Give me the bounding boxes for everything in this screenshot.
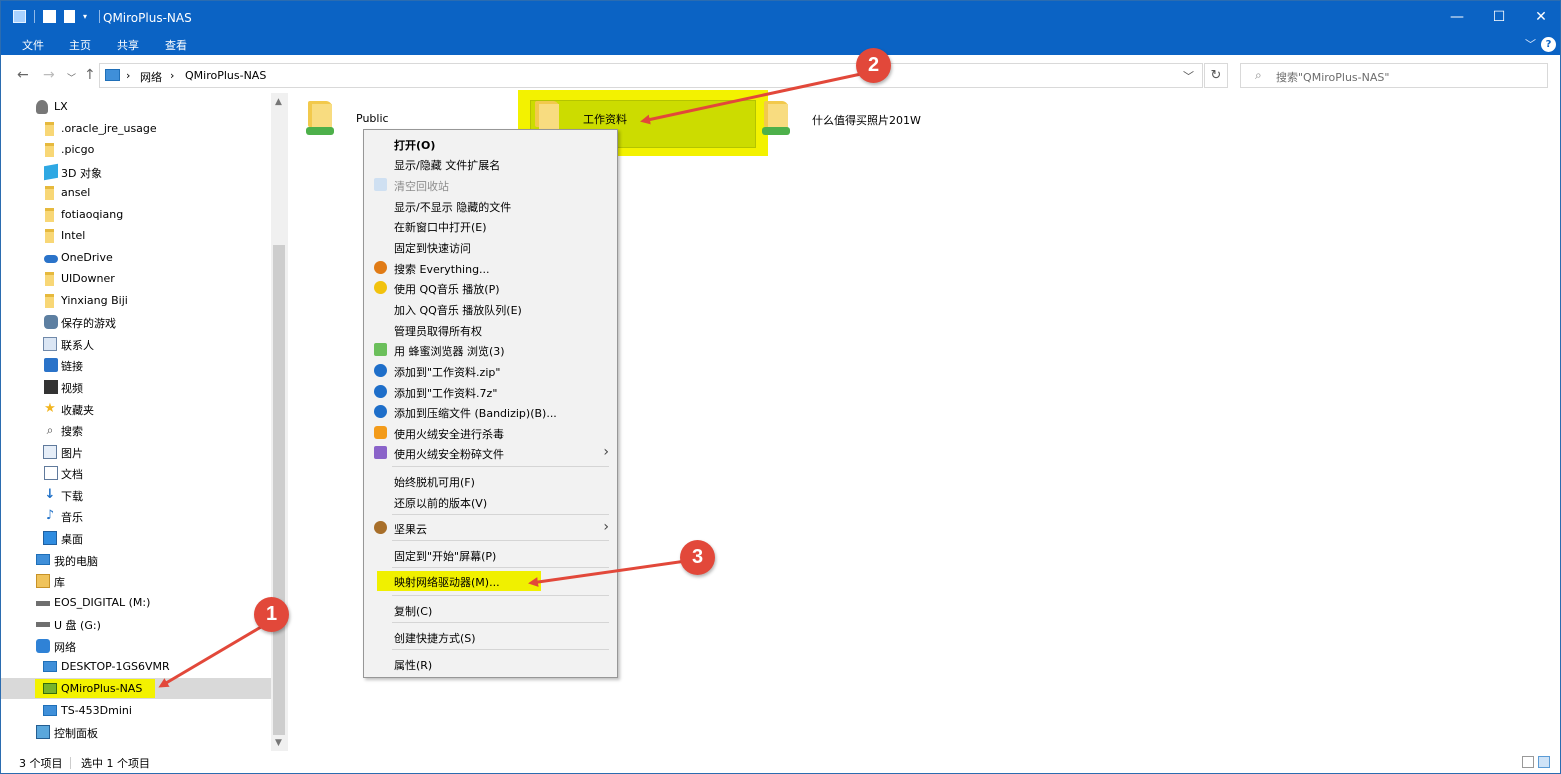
arrow-1 xyxy=(158,622,267,688)
view-switcher xyxy=(1522,756,1550,768)
status-bar: 3 个项目 选中 1 个项目 xyxy=(1,751,1560,773)
arrow-3 xyxy=(528,559,687,587)
explorer-window: ▾ QMiroPlus-NAS — ☐ ✕ 文件 主页 共享 查看 ﹀ ? ← … xyxy=(0,0,1561,774)
annotation-arrows xyxy=(158,72,862,688)
annotation-badge-3: 3 xyxy=(680,540,715,575)
annotation-badge-2: 2 xyxy=(856,48,891,83)
annotation-badge-1: 1 xyxy=(254,597,289,632)
selected-count: 选中 1 个项目 xyxy=(81,757,150,770)
details-view-icon[interactable] xyxy=(1522,756,1534,768)
status-divider xyxy=(70,757,71,769)
large-icons-view-icon[interactable] xyxy=(1538,756,1550,768)
item-count: 3 个项目 xyxy=(19,757,63,770)
arrow-2 xyxy=(640,72,862,125)
